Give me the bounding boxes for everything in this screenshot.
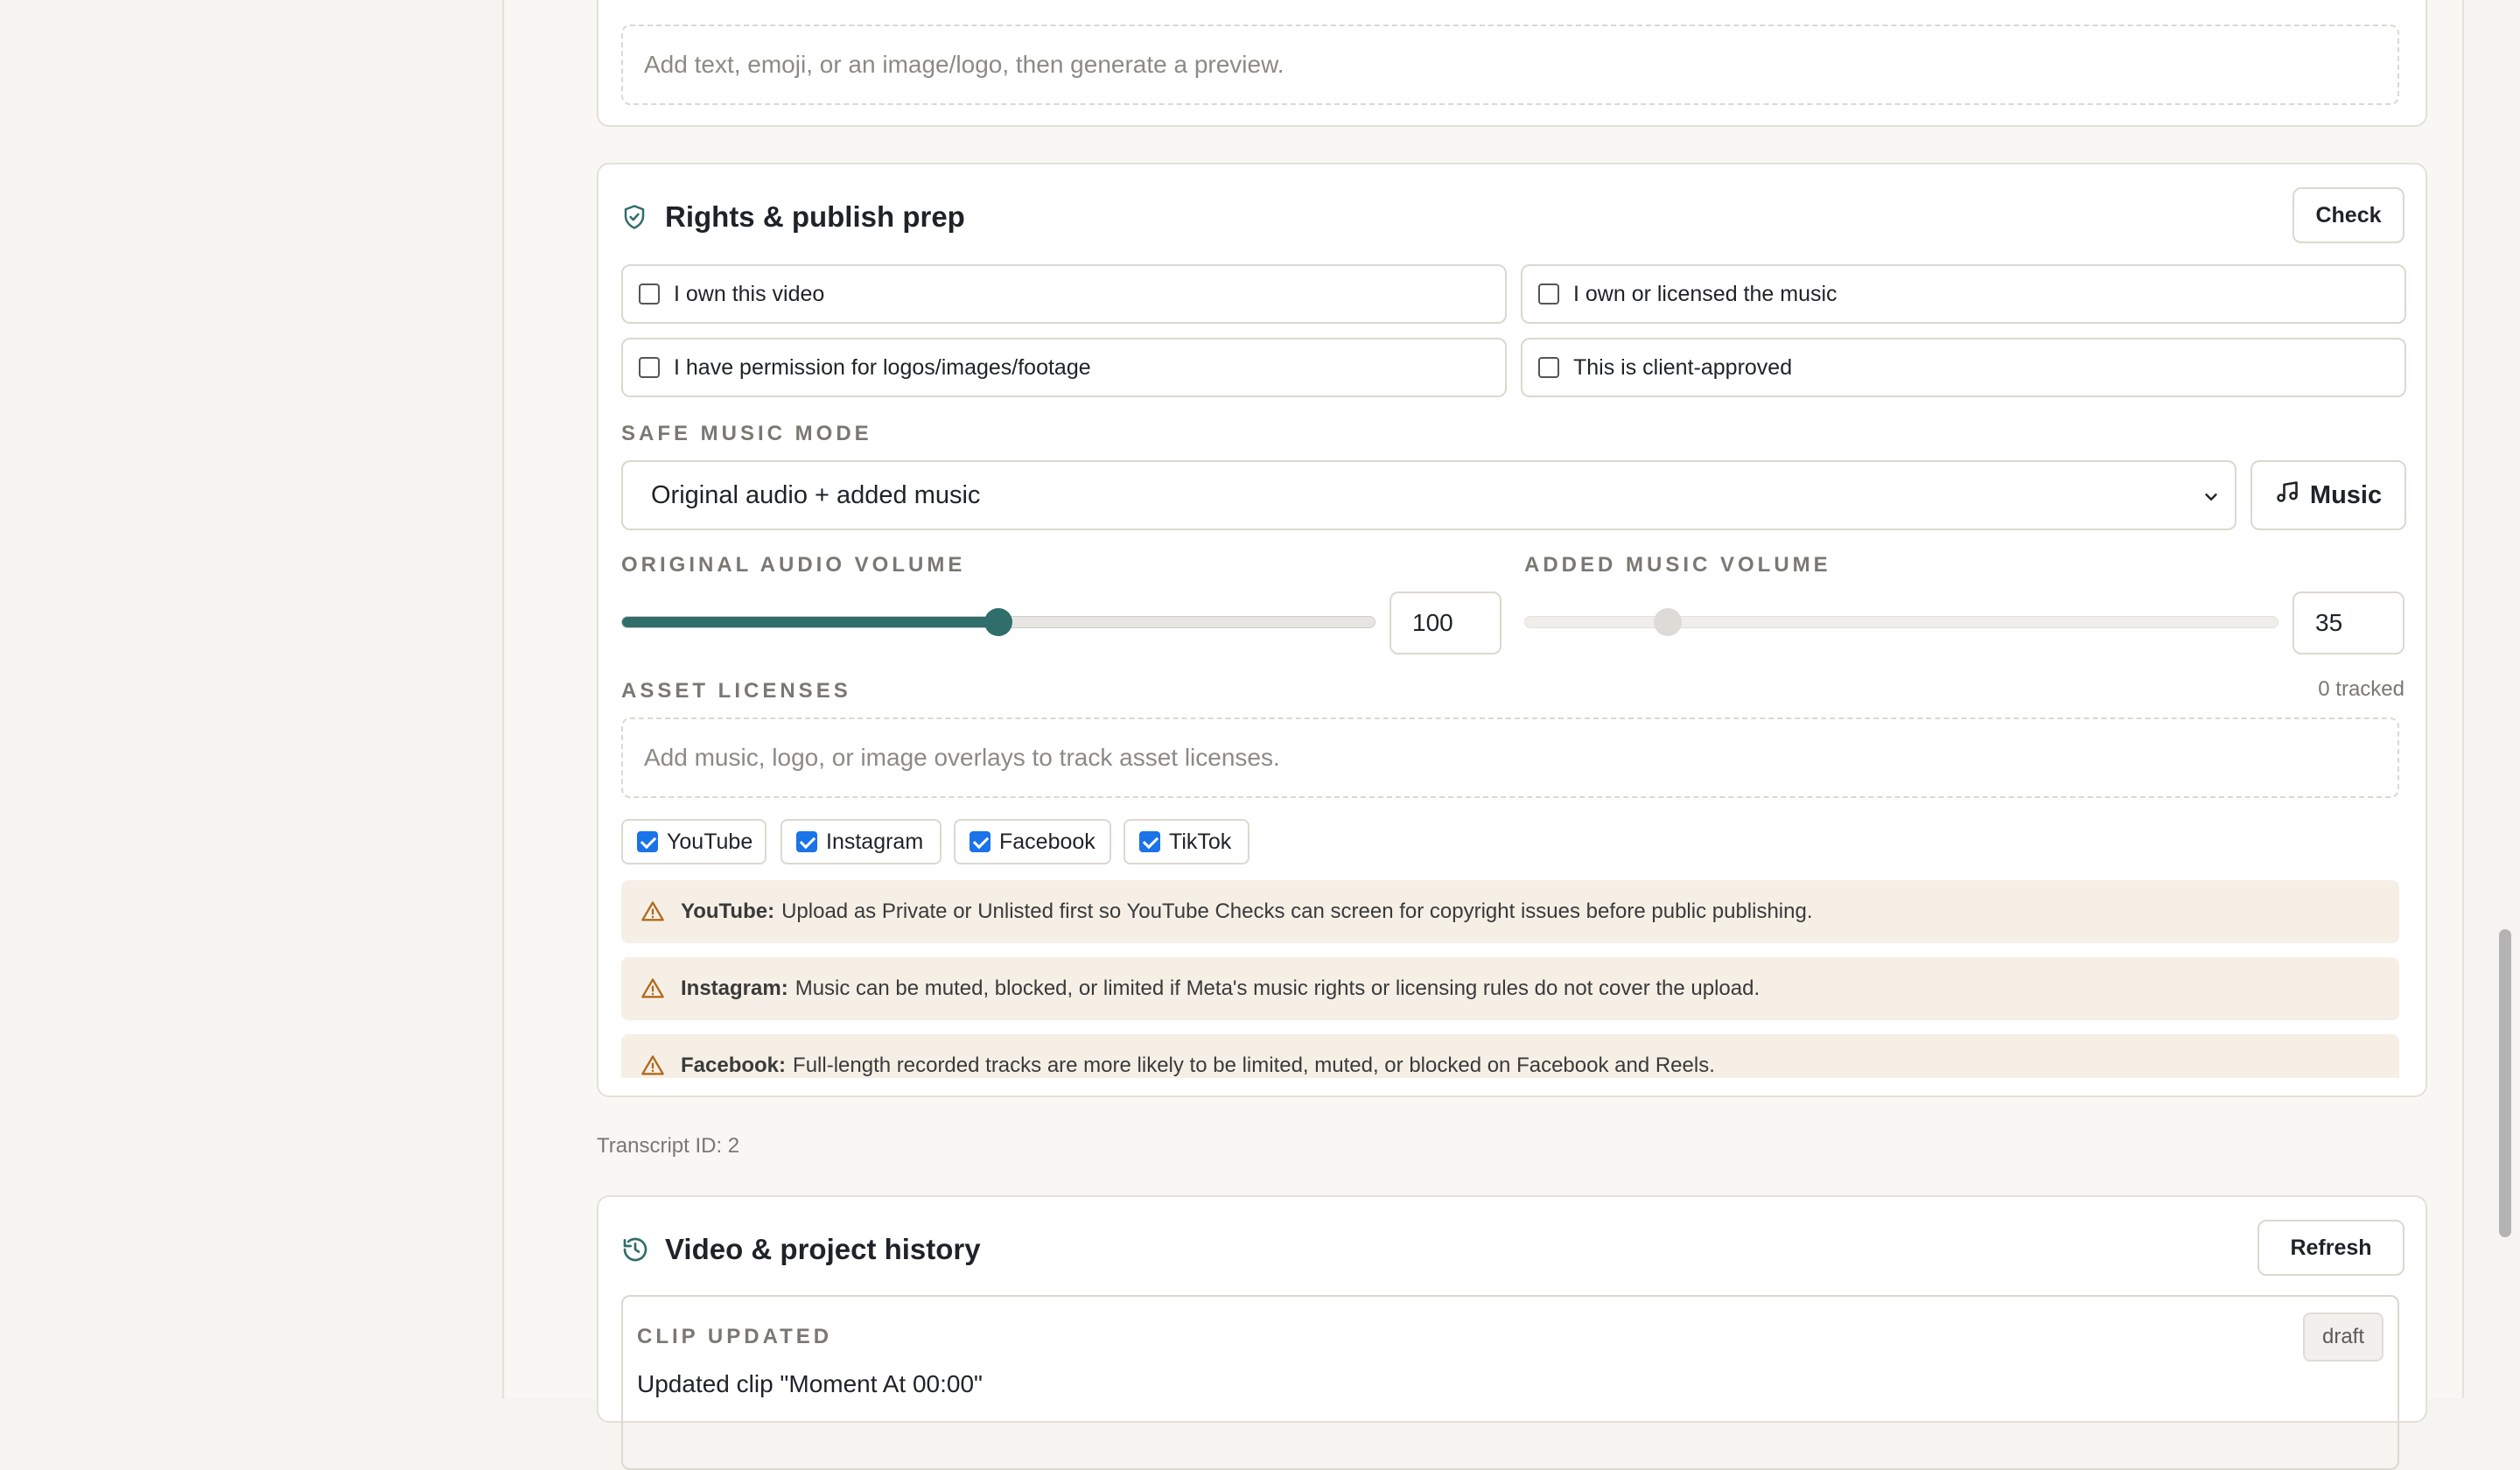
- notice-platform: YouTube:: [681, 900, 775, 923]
- chip-label: Facebook: [999, 829, 1096, 854]
- platform-chip-tiktok[interactable]: TikTok: [1124, 819, 1250, 864]
- chip-label: Instagram: [826, 829, 924, 854]
- checkbox-input[interactable]: [970, 831, 990, 852]
- platform-notices: YouTube: Upload as Private or Unlisted f…: [621, 880, 2399, 1078]
- chip-label: TikTok: [1169, 829, 1232, 854]
- notice-text: Music can be muted, blocked, or limited …: [794, 976, 1760, 1000]
- safe-music-mode-select[interactable]: Original audio + added music: [621, 460, 2236, 530]
- warning-icon: [640, 899, 667, 925]
- preview-dropzone[interactable]: Add text, emoji, or an image/logo, then …: [621, 24, 2399, 105]
- checkbox-label: I have permission for logos/images/foota…: [674, 354, 1091, 380]
- notice-platform: Facebook:: [681, 1054, 787, 1077]
- notice-youtube: YouTube: Upload as Private or Unlisted f…: [621, 880, 2399, 943]
- checkbox-input[interactable]: [637, 831, 658, 852]
- checkbox-input[interactable]: [1139, 831, 1160, 852]
- check-button[interactable]: Check: [2292, 187, 2404, 243]
- notice-text: Upload as Private or Unlisted first so Y…: [781, 900, 1813, 923]
- asset-tracked-count: 0 tracked: [2318, 677, 2404, 701]
- checkbox-input[interactable]: [639, 284, 660, 304]
- platform-chip-youtube[interactable]: YouTube: [621, 819, 766, 864]
- history-item[interactable]: CLIP UPDATED Updated clip "Moment At 00:…: [621, 1295, 2399, 1470]
- left-rail: [0, 0, 504, 1398]
- warning-icon: [640, 976, 667, 1002]
- notice-instagram: Instagram: Music can be muted, blocked, …: [621, 957, 2399, 1020]
- notice-facebook: Facebook: Full-length recorded tracks ar…: [621, 1034, 2399, 1078]
- checkbox-input[interactable]: [1538, 357, 1559, 378]
- added-volume-slider[interactable]: [1524, 608, 2278, 636]
- rights-card-title: Rights & publish prep: [665, 200, 965, 233]
- checkbox-permission-assets[interactable]: I have permission for logos/images/foota…: [621, 338, 1507, 397]
- music-button[interactable]: Music: [2250, 460, 2406, 530]
- safe-music-mode-label: SAFE MUSIC MODE: [621, 422, 872, 445]
- checkbox-label: I own or licensed the music: [1573, 281, 1838, 306]
- slider-thumb[interactable]: [1654, 608, 1683, 636]
- history-item-type: CLIP UPDATED: [637, 1325, 833, 1348]
- history-card-header: Video & project history: [621, 1222, 2406, 1278]
- chip-label: YouTube: [667, 829, 753, 854]
- right-divider: [2462, 0, 2464, 1398]
- checkbox-licensed-music[interactable]: I own or licensed the music: [1521, 264, 2406, 324]
- transcript-id: Transcript ID: 2: [597, 1134, 740, 1158]
- asset-licenses-label: ASSET LICENSES: [621, 679, 851, 703]
- checkbox-own-video[interactable]: I own this video: [621, 264, 1507, 324]
- platform-chip-instagram[interactable]: Instagram: [780, 819, 942, 864]
- original-volume-input[interactable]: 100: [1390, 592, 1502, 654]
- checkbox-label: This is client-approved: [1573, 354, 1793, 380]
- music-note-icon: [2275, 480, 2300, 511]
- original-volume-label: ORIGINAL AUDIO VOLUME: [621, 553, 966, 577]
- checkbox-label: I own this video: [674, 281, 825, 306]
- shield-check-icon: [621, 202, 651, 232]
- rights-publish-card: Rights & publish prep Check I own this v…: [597, 163, 2427, 1097]
- notice-platform: Instagram:: [681, 976, 788, 1000]
- status-badge: draft: [2303, 1312, 2384, 1362]
- rights-card-header: Rights & publish prep: [621, 189, 2406, 245]
- slider-fill: [622, 617, 998, 627]
- refresh-button[interactable]: Refresh: [2258, 1220, 2404, 1276]
- checkbox-client-approved[interactable]: This is client-approved: [1521, 338, 2406, 397]
- notice-text: Full-length recorded tracks are more lik…: [793, 1054, 1715, 1077]
- music-button-label: Music: [2309, 480, 2383, 509]
- platform-chip-facebook[interactable]: Facebook: [954, 819, 1111, 864]
- history-icon: [621, 1235, 651, 1264]
- chevron-down-icon: [2202, 485, 2221, 504]
- preview-card: Add text, emoji, or an image/logo, then …: [597, 0, 2427, 127]
- asset-licenses-dropzone[interactable]: Add music, logo, or image overlays to tr…: [621, 718, 2399, 798]
- checkbox-input[interactable]: [639, 357, 660, 378]
- history-card-title: Video & project history: [665, 1233, 981, 1265]
- added-volume-input[interactable]: 35: [2292, 592, 2404, 654]
- select-value: Original audio + added music: [651, 480, 981, 509]
- checkbox-input[interactable]: [796, 831, 817, 852]
- history-card: Video & project history Refresh CLIP UPD…: [597, 1195, 2427, 1470]
- scrollbar-thumb[interactable]: [2499, 929, 2511, 1237]
- slider-thumb[interactable]: [984, 608, 1012, 636]
- warning-icon: [640, 1053, 667, 1078]
- added-volume-label: ADDED MUSIC VOLUME: [1524, 553, 1831, 577]
- checkbox-input[interactable]: [1538, 284, 1559, 304]
- original-volume-slider[interactable]: [621, 608, 1376, 636]
- history-item-text: Updated clip "Moment At 00:00": [637, 1370, 983, 1397]
